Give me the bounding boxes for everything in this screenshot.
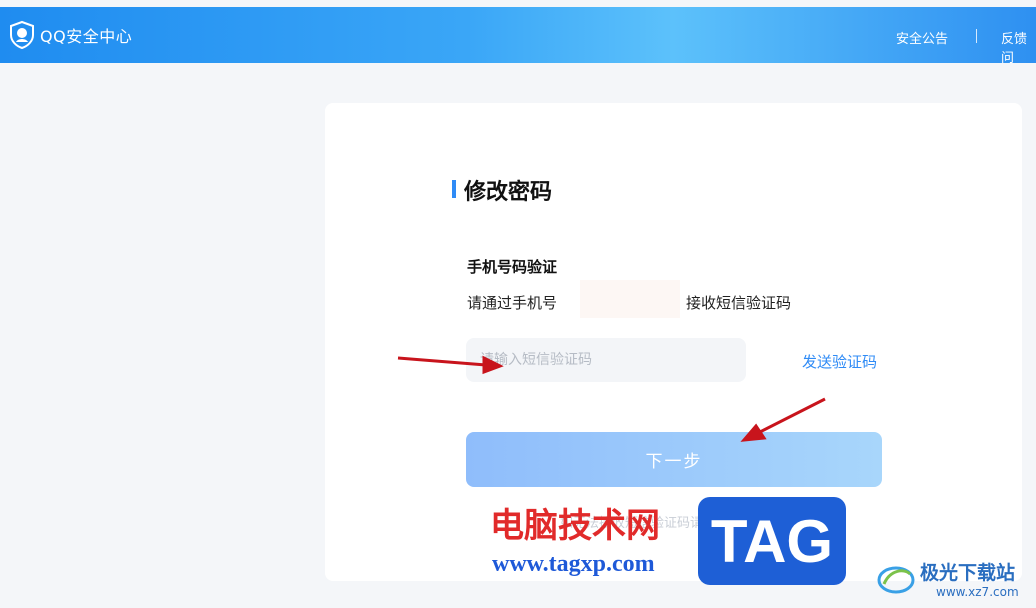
arrow-to-input — [397, 355, 504, 375]
watermark-text: 电脑技术网 — [490, 506, 660, 546]
watermark-site-url: www.xz7.com — [936, 585, 1019, 599]
aurora-logo-icon — [877, 566, 915, 594]
watermark-site-name: 极光下载站 — [920, 562, 1016, 584]
watermark-tag-logo: TAG — [698, 497, 846, 585]
watermark-url: www.tagxp.com — [492, 551, 655, 577]
arrow-to-next — [740, 397, 826, 442]
